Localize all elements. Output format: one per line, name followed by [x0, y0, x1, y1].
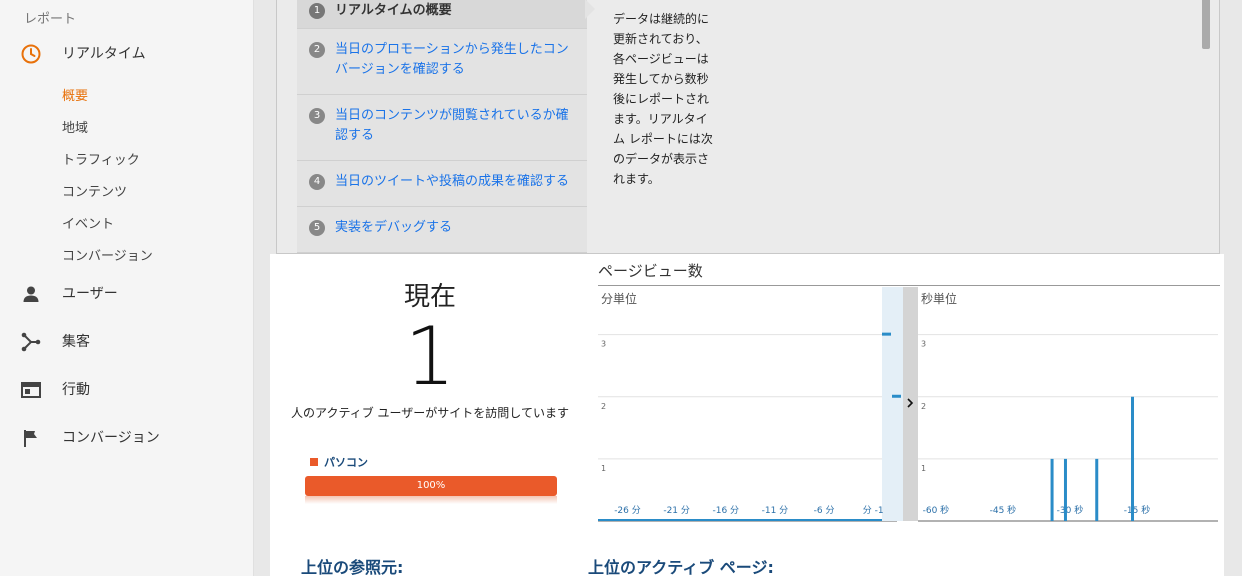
sidebar-item-label: ユーザー [62, 286, 118, 302]
step-text: 実装をデバッグする [335, 220, 453, 235]
sidebar-subitem-traffic[interactable]: トラフィック [62, 149, 140, 168]
guide-step-3[interactable]: 3 当日のコンテンツが閲覧されているか確認する [297, 95, 587, 161]
behavior-icon [20, 379, 42, 401]
sidebar-subitem-conversions[interactable]: コンバージョン [62, 245, 153, 264]
minute-bar [882, 332, 891, 336]
realtime-content-card: 現在 1 人のアクティブ ユーザーがサイトを訪問しています パソコン 100% … [270, 254, 1224, 576]
minute-y-tick-label: 3 [601, 340, 606, 349]
minute-chart-title: 分単位 [601, 291, 637, 306]
person-icon [20, 283, 42, 305]
second-y-tick-label: 2 [921, 402, 926, 411]
current-minute-highlight [882, 287, 903, 521]
minute-bar [892, 394, 901, 398]
guide-description: データは継続的に更新されており、各ページビューは発生してから数秒後にレポートされ… [613, 12, 713, 186]
realtime-guide-panel: 1 リアルタイムの概要 2 当日のプロモーションから発生したコンバージョンを確認… [276, 0, 1220, 254]
second-y-tick-label: 3 [921, 340, 926, 349]
sidebar-item-label: 行動 [62, 382, 90, 398]
step-number: 2 [309, 42, 325, 58]
sidebar-subitem-content[interactable]: コンテンツ [62, 181, 127, 200]
top-active-pages-heading: 上位のアクティブ ページ: [588, 558, 774, 576]
minute-x-tick-label: -21 分 [663, 505, 690, 516]
guide-steps: 1 リアルタイムの概要 2 当日のプロモーションから発生したコンバージョンを確認… [297, 0, 587, 253]
second-x-tick-label: -30 秒 [1057, 504, 1084, 516]
step-text: 当日のコンテンツが閲覧されているか確認する [335, 108, 569, 143]
clock-icon [20, 43, 42, 65]
step-text: リアルタイムの概要 [335, 3, 452, 18]
sidebar: レポート リアルタイム 概要 地域 トラフィック コンテンツ イベント コンバー… [0, 0, 254, 576]
step-number: 5 [309, 220, 325, 236]
top-referrers-heading: 上位の参照元: [301, 558, 404, 576]
guide-step-2[interactable]: 2 当日のプロモーションから発生したコンバージョンを確認する [297, 29, 587, 95]
second-bar [1050, 458, 1054, 521]
second-bar [1095, 458, 1099, 521]
sidebar-item-label: コンバージョン [62, 430, 160, 446]
sidebar-item-acquisition[interactable]: 集客 [0, 326, 254, 356]
guide-step-5[interactable]: 5 実装をデバッグする [297, 207, 587, 253]
minute-x-tick-label: -6 分 [814, 505, 835, 516]
sidebar-subitem-events[interactable]: イベント [62, 213, 114, 232]
flag-icon [20, 427, 42, 449]
minute-chart: 分単位 1 2 3 -26 分 -21 分 -16 分 -11 分 -6 分 分 -1 [598, 287, 918, 522]
minute-x-tick-label: -16 分 [712, 505, 739, 516]
acquisition-icon [20, 331, 42, 353]
step-text: 当日のプロモーションから発生したコンバージョンを確認する [335, 42, 569, 77]
sidebar-subitem-locations[interactable]: 地域 [62, 117, 88, 136]
sidebar-item-conversions[interactable]: コンバージョン [0, 422, 254, 452]
minute-y-tick-label: 2 [601, 402, 606, 411]
second-x-tick-label: -15 秒 [1124, 504, 1151, 516]
minute-x-tick-label: -11 分 [762, 505, 789, 516]
guide-step-1[interactable]: 1 リアルタイムの概要 [297, 0, 587, 29]
second-bar [1131, 396, 1134, 521]
step-number: 1 [309, 3, 325, 19]
step-pointer-arrow [585, 0, 595, 19]
sidebar-item-behavior[interactable]: 行動 [0, 374, 254, 404]
second-x-tick-label: -45 秒 [990, 504, 1017, 516]
sidebar-item-label: 集客 [62, 334, 90, 350]
sidebar-subitem-overview[interactable]: 概要 [62, 85, 88, 104]
guide-scrollbar-thumb[interactable] [1202, 0, 1210, 49]
step-number: 3 [309, 108, 325, 124]
second-y-tick-label: 1 [921, 464, 926, 473]
pageviews-charts: 分単位 1 2 3 -26 分 -21 分 -16 分 -11 分 -6 分 分 -1 秒単位 1 2… [598, 287, 1218, 522]
second-x-tick-label: -60 秒 [923, 504, 950, 516]
reports-section-label: レポート [24, 12, 77, 27]
minute-y-tick-label: 1 [601, 464, 606, 473]
second-bar [1063, 458, 1067, 521]
second-chart-title: 秒単位 [921, 291, 957, 306]
minute-x-tick-label: -26 分 [614, 505, 641, 516]
guide-step-4[interactable]: 4 当日のツイートや投稿の成果を確認する [297, 161, 587, 207]
sidebar-item-label: リアルタイム [62, 46, 146, 62]
sidebar-item-audience[interactable]: ユーザー [0, 278, 254, 308]
second-chart: 秒単位 1 2 3 -60 秒 -45 秒 -30 秒 -15 秒 [918, 291, 1218, 522]
step-text: 当日のツイートや投稿の成果を確認する [335, 174, 570, 189]
minute-x-tick-label: 分 -1 [863, 505, 884, 516]
main-area: 1 リアルタイムの概要 2 当日のプロモーションから発生したコンバージョンを確認… [256, 0, 1242, 576]
sidebar-item-realtime[interactable]: リアルタイム [0, 38, 254, 68]
step-number: 4 [309, 174, 325, 190]
